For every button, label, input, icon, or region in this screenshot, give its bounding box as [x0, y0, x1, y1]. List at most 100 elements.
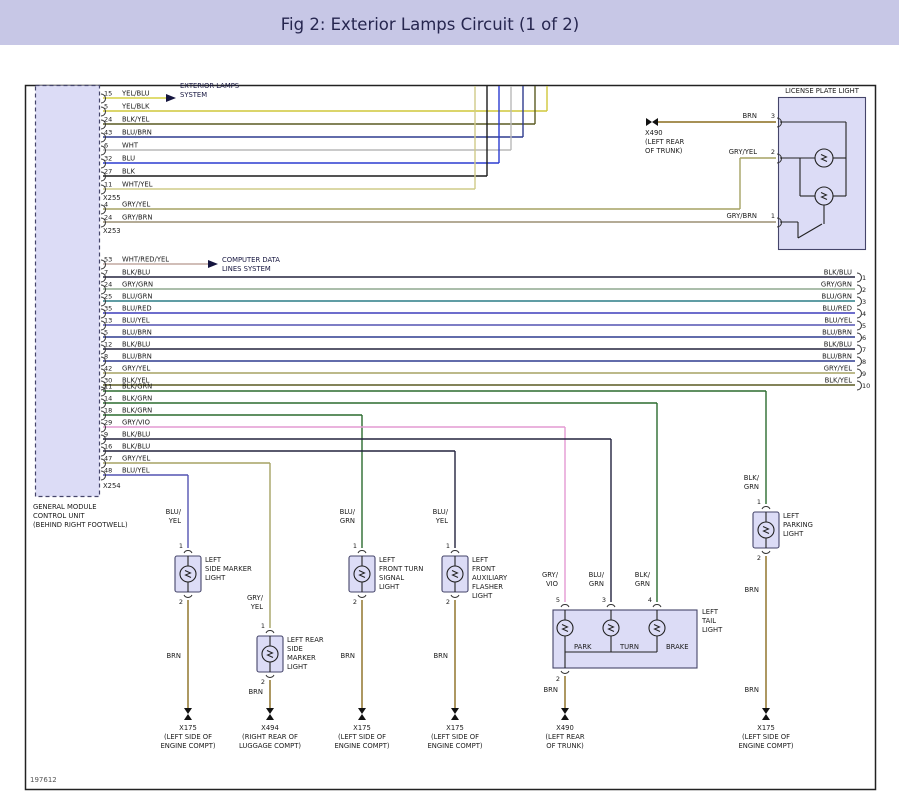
wire-color-label: YEL: [168, 517, 181, 525]
pin-number: 47: [104, 455, 112, 463]
wire-color-label: BLK/YEL: [825, 377, 853, 385]
wire-color-label: GRN: [635, 580, 650, 588]
component-name: LEFT: [702, 608, 719, 616]
wire-color-label: BLU/: [433, 508, 449, 516]
pin-number: 2: [446, 598, 450, 606]
wire-color-label: BLK/BLU: [122, 443, 150, 451]
connector-label: (LEFT REAR: [645, 138, 685, 146]
wire-color-label: BLU/RED: [822, 305, 852, 313]
wire-color-label: BLU/RED: [122, 305, 152, 313]
component-name: LEFT: [379, 556, 396, 564]
pin-number: 43: [104, 129, 112, 137]
wire-color-label: GRN: [340, 517, 355, 525]
component-name: FRONT: [472, 565, 496, 573]
wire-color-label: BLU/BRN: [822, 329, 852, 337]
pin-number: 1: [179, 542, 183, 550]
pin-number: 35: [104, 305, 112, 313]
wire-color-label: WHT/YEL: [122, 181, 153, 189]
component-name: LEFT: [472, 556, 489, 564]
wire-color-label: GRY/GRN: [821, 281, 852, 289]
pin-number: 6: [862, 334, 866, 342]
wire-color-label: GRN: [589, 580, 604, 588]
figure-page: Fig 2: Exterior Lamps Circuit (1 of 2) 1…: [0, 0, 899, 803]
pin-number: 2: [179, 598, 183, 606]
pin-number: 8: [104, 353, 108, 361]
pin-number: 3: [602, 596, 606, 604]
wire-color-label: BLU/YEL: [122, 317, 150, 325]
component-name: FRONT TURN: [379, 565, 423, 573]
wire-color-label: GRY/: [542, 571, 559, 579]
pin-number: 53: [104, 256, 112, 264]
wire-color-label: BLK/BLU: [122, 341, 150, 349]
pin-number: 1: [757, 498, 761, 506]
component-name: AUXILIARY: [472, 574, 508, 582]
wire-color-label: GRY/YEL: [824, 365, 852, 373]
pin-number: 10: [862, 382, 870, 390]
component-name: SIDE MARKER: [205, 565, 252, 573]
connector-label: X175: [353, 724, 371, 732]
pin-number: 9: [104, 431, 108, 439]
pin-number: 3: [862, 298, 866, 306]
pin-number: 27: [104, 168, 112, 176]
pin-number: 5: [104, 103, 108, 111]
component-name: PARKING: [783, 521, 813, 529]
control-unit-name: CONTROL UNIT: [33, 512, 85, 520]
wire-color-label: BRN: [743, 112, 757, 120]
wire-color-label: GRY/YEL: [122, 455, 150, 463]
pin-number: 2: [261, 678, 265, 686]
component-name: LEFT: [783, 512, 800, 520]
wire-color-label: GRY/GRN: [122, 281, 153, 289]
wire-color-label: BLK/: [744, 474, 760, 482]
bulb-label: BRAKE: [666, 643, 689, 651]
pin-number: 6: [104, 142, 108, 150]
figure-title: Fig 2: Exterior Lamps Circuit (1 of 2): [281, 15, 580, 34]
wire-color-label: BRN: [167, 652, 181, 660]
bulb-label: TURN: [619, 643, 639, 651]
wire-color-label: BRN: [745, 686, 759, 694]
wire-color-label: WHT/RED/YEL: [122, 256, 169, 264]
component-name: FLASHER: [472, 583, 503, 591]
wire-color-label: YEL: [435, 517, 448, 525]
pin-number: 3: [771, 112, 775, 120]
pin-number: 8: [862, 358, 866, 366]
connector-label: X490: [645, 129, 663, 137]
connector-label: X175: [757, 724, 775, 732]
component-name: LICENSE PLATE LIGHT: [785, 87, 860, 95]
wire-color-label: BLU/: [166, 508, 182, 516]
pin-number: 11: [104, 383, 112, 391]
wire-color-label: BRN: [544, 686, 558, 694]
tail-light-box: [553, 610, 697, 668]
pin-number: 48: [104, 467, 112, 475]
pin-number: 1: [771, 212, 775, 220]
pin-number: 15: [104, 90, 112, 98]
wire-color-label: BRN: [249, 688, 263, 696]
connector-label: (LEFT REAR: [545, 733, 585, 741]
connector-id: X253: [103, 227, 121, 235]
pin-number: 12: [104, 341, 112, 349]
pin-number: 11: [104, 181, 112, 189]
connector-label: (LEFT SIDE OF: [338, 733, 386, 741]
pin-number: 5: [556, 596, 560, 604]
wiring-diagram: Fig 2: Exterior Lamps Circuit (1 of 2) 1…: [0, 0, 899, 803]
pin-number: 24: [104, 281, 112, 289]
license-plate-light-box: [779, 98, 866, 250]
wire-color-label: BLU/: [589, 571, 605, 579]
connector-label: (RIGHT REAR OF: [242, 733, 298, 741]
wire-color-label: GRY/YEL: [122, 365, 150, 373]
connector-label: (LEFT SIDE OF: [431, 733, 479, 741]
wire-color-label: BRN: [341, 652, 355, 660]
wire-color-label: BLU/BRN: [122, 329, 152, 337]
component-name: LIGHT: [783, 530, 804, 538]
pin-number: 1: [353, 542, 357, 550]
pin-number: 1: [446, 542, 450, 550]
component-name: SIGNAL: [379, 574, 404, 582]
wire-color-label: BLU/YEL: [122, 467, 150, 475]
wire-color-label: WHT: [122, 142, 139, 150]
pin-number: 9: [862, 370, 866, 378]
pin-number: 42: [104, 365, 112, 373]
pin-number: 1: [261, 622, 265, 630]
component-name: LIGHT: [205, 574, 226, 582]
connector-label: X175: [179, 724, 197, 732]
wire-color-label: BLU: [122, 155, 135, 163]
component-name: TAIL: [701, 617, 716, 625]
